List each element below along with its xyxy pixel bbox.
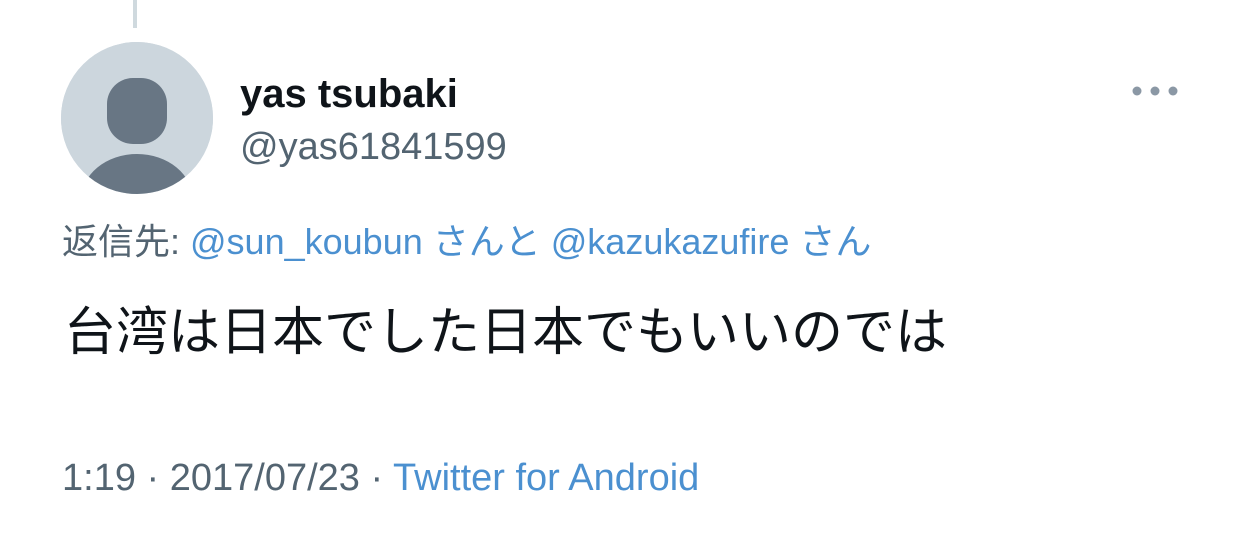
more-options-icon	[1132, 86, 1178, 96]
reply-prefix: 返信先:	[62, 221, 191, 262]
tweet-text: 台湾は日本でした日本でもいいのでは	[64, 303, 947, 363]
mention-link-sun-koubun[interactable]: @sun_koubun	[190, 221, 423, 262]
user-handle[interactable]: @yas61841599	[240, 124, 507, 170]
default-profile-icon	[61, 42, 213, 194]
meta-separator: ·	[135, 457, 170, 499]
tweet-metadata: 1:19 · 2017/07/23 · Twitter for Android	[62, 454, 699, 502]
reply-context: 返信先: @sun_koubun さんと @kazukazufire さん	[62, 219, 871, 265]
tweet-source-link[interactable]: Twitter for Android	[393, 457, 699, 499]
reply-joiner: さんと	[422, 221, 551, 262]
avatar[interactable]	[61, 42, 213, 194]
reply-suffix: さん	[789, 221, 872, 262]
meta-separator: ·	[359, 457, 394, 499]
mention-link-kazukazufire[interactable]: @kazukazufire	[551, 221, 790, 262]
display-name[interactable]: yas tsubaki	[240, 70, 458, 118]
more-options-button[interactable]	[1128, 76, 1182, 106]
tweet-time[interactable]: 1:19	[62, 457, 136, 499]
thread-connector-line	[133, 0, 137, 28]
tweet-date[interactable]: 2017/07/23	[170, 457, 360, 499]
